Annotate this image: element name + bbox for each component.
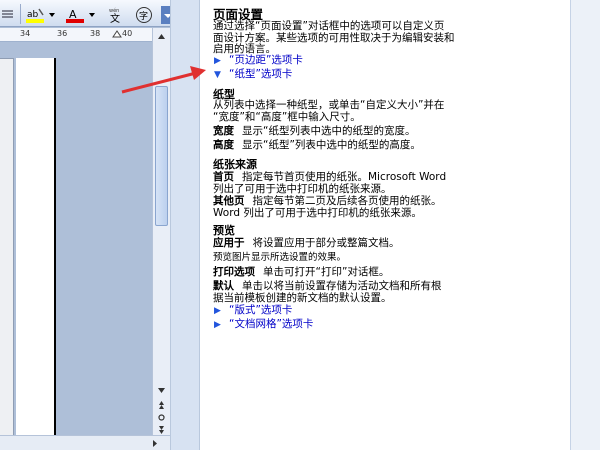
term-text: 单击以将当前设置存储为活动文档和所有根: [242, 280, 442, 292]
intro-text: 通过选择“页面设置”对话框中的选项可以自定义页 面设计方案。某些选项的可用性取决…: [213, 20, 558, 56]
term-text: 列出了可用于选中打印机的纸张来源。: [213, 183, 392, 195]
align-justify-button[interactable]: [0, 5, 16, 23]
font-color-icon: A: [66, 8, 95, 23]
vertical-scrollbar[interactable]: [152, 28, 170, 435]
enclose-characters-icon: 字: [136, 7, 152, 23]
word-document-window: ab A wén 文 字 34 36 38 40: [0, 0, 177, 450]
document-grid-tab-link[interactable]: ▶ “文档网格”选项卡: [214, 318, 313, 331]
paper-source-heading: 纸张来源: [213, 158, 257, 171]
term-text: Word 列出了可用于选中打印机的纸张来源。: [213, 207, 422, 219]
preview-heading: 预览: [213, 224, 235, 237]
term-label: 默认: [213, 280, 234, 292]
pane-splitter[interactable]: [170, 0, 200, 450]
term-text: 显示“纸型列表中选中的纸型的宽度。: [242, 125, 416, 137]
term-text: 据当前模板创建的新文档的默认设置。: [213, 292, 392, 304]
enclose-label: 字: [139, 10, 148, 22]
term-label: 打印选项: [213, 266, 255, 278]
svg-text:文: 文: [110, 12, 120, 24]
layout-tab-link[interactable]: ▶ “版式”选项卡: [214, 304, 292, 317]
highlight-button[interactable]: ab: [24, 5, 58, 23]
align-justify-icon: [2, 10, 13, 18]
margins-tab-link[interactable]: ▶ “页边距”选项卡: [214, 54, 303, 67]
print-options-term-row: 打印选项 单击可打开“打印”对话框。: [213, 266, 558, 278]
ruler-tick: 34: [20, 29, 31, 38]
scroll-up-icon[interactable]: [155, 30, 168, 43]
horizontal-scrollbar[interactable]: [0, 435, 170, 450]
select-browse-object-icon[interactable]: [155, 412, 168, 423]
right-indent-marker-icon[interactable]: [112, 29, 122, 39]
highlight-icon: ab: [26, 8, 55, 23]
ruler-tick: 40: [122, 29, 133, 38]
next-page-icon[interactable]: [155, 424, 168, 435]
help-pane: 页面设置 通过选择“页面设置”对话框中的选项可以自定义页 面设计方案。某些选项的…: [200, 0, 570, 450]
paper-type-description: 从列表中选择一种纸型，或单击“自定义大小”并在 “宽度”和“高度”框中输入尺寸。: [213, 99, 558, 123]
svg-text:ab: ab: [27, 10, 39, 20]
formatting-toolbar: ab A wén 文 字: [0, 0, 177, 27]
term-text: 将设置应用于部分或整篇文档。: [252, 237, 400, 249]
phonetic-label: wén: [109, 7, 119, 14]
term-label: 其他页: [213, 195, 245, 207]
help-pane-scrollbar[interactable]: [570, 0, 600, 450]
collapse-arrow-icon: ▼: [214, 70, 221, 80]
other-pages-term-row: 其他页 指定每节第二页及后续各页使用的纸张。 Word 列出了可用于选中打印机的纸…: [213, 195, 558, 219]
phonetic-guide-icon: wén 文: [109, 7, 120, 24]
desc-line: 从列表中选择一种纸型，或单击“自定义大小”并在: [213, 99, 445, 111]
expand-arrow-icon: ▶: [214, 320, 221, 330]
term-label: 应用于: [213, 237, 245, 249]
link-label: “纸型”选项卡: [229, 68, 293, 80]
height-term-row: 高度 显示“纸型”列表中选中的纸型的高度。: [213, 139, 558, 151]
term-text: 显示“纸型”列表中选中的纸型的高度。: [242, 139, 421, 151]
scroll-down-icon[interactable]: [155, 384, 168, 397]
term-text: 指定每节首页使用的纸张。Microsoft Word: [242, 171, 447, 183]
document-page[interactable]: [16, 58, 56, 443]
scroll-right-icon[interactable]: [150, 439, 160, 448]
previous-page-icon[interactable]: [155, 400, 168, 411]
term-text: 单击可打开“打印”对话框。: [263, 266, 390, 278]
scroll-thumb[interactable]: [155, 86, 168, 226]
ruler-tick: 38: [90, 29, 101, 38]
term-text: 指定每节第二页及后续各页使用的纸张。: [252, 195, 442, 207]
enclose-characters-button[interactable]: 字: [132, 5, 156, 23]
width-term-row: 宽度 显示“纸型列表中选中的纸型的宽度。: [213, 125, 558, 137]
intro-line: 通过选择“页面设置”对话框中的选项可以自定义页: [213, 20, 445, 32]
term-label: 首页: [213, 171, 234, 183]
page-setup-dialog-fragment: [0, 58, 14, 436]
expand-arrow-icon: ▶: [214, 306, 221, 316]
horizontal-ruler[interactable]: 34 36 38 40: [0, 28, 152, 42]
ruler-tick: 36: [57, 29, 68, 38]
default-term-row: 默认 单击以将当前设置存储为活动文档和所有根 据当前模板创建的新文档的默认设置。: [213, 280, 558, 304]
toolbar-separator: [20, 4, 21, 24]
term-label: 高度: [213, 139, 234, 151]
apply-to-term-row: 应用于 将设置应用于部分或整篇文档。: [213, 237, 558, 249]
link-label: “页边距”选项卡: [229, 54, 303, 66]
expand-arrow-icon: ▶: [214, 56, 221, 66]
first-page-term-row: 首页 指定每节首页使用的纸张。Microsoft Word 列出了可用于选中打印机…: [213, 171, 558, 195]
link-label: “版式”选项卡: [229, 304, 293, 316]
term-label: 宽度: [213, 125, 234, 137]
link-label: “文档网格”选项卡: [229, 318, 314, 330]
paper-tab-link[interactable]: ▼ “纸型”选项卡: [214, 68, 292, 81]
phonetic-guide-button[interactable]: wén 文: [104, 5, 128, 24]
preview-note: 预览图片显示所选设置的效果。: [213, 252, 347, 263]
font-color-button[interactable]: A: [64, 5, 98, 23]
document-area: [0, 43, 152, 443]
desc-line: “宽度”和“高度”框中输入尺寸。: [213, 110, 361, 123]
